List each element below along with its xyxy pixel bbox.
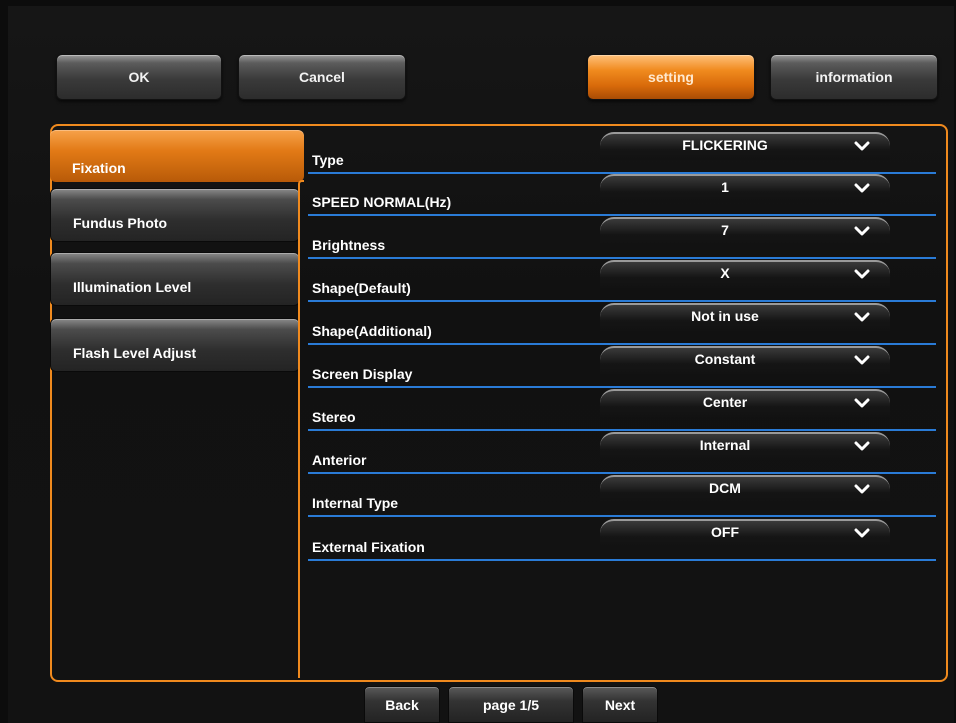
screen-display-dropdown[interactable]: Constant	[600, 346, 890, 374]
setting-label: Brightness	[312, 237, 386, 253]
chevron-down-icon	[854, 183, 870, 193]
sidebar-item-label: Fixation	[72, 160, 126, 176]
sidebar-item-fixation[interactable]: Fixation	[50, 130, 304, 182]
dropdown-value: 1	[721, 179, 729, 195]
row-divider	[308, 300, 936, 302]
chevron-down-icon	[854, 484, 870, 494]
setting-row-type: Type FLICKERING	[306, 132, 936, 174]
row-divider	[308, 429, 936, 431]
sidebar-item-label: Flash Level Adjust	[73, 345, 197, 361]
dropdown-value: Internal	[699, 437, 751, 453]
cancel-button[interactable]: Cancel	[238, 54, 406, 100]
dropdown-value: DCM	[709, 480, 741, 496]
setting-label: Internal Type	[312, 495, 399, 511]
setting-row-screen-display: Screen Display Constant	[306, 346, 936, 388]
dropdown-value: OFF	[711, 524, 739, 540]
setting-label: Shape(Default)	[312, 280, 411, 296]
setting-row-brightness: Brightness 7	[306, 217, 936, 259]
dropdown-value: Not in use	[691, 308, 759, 324]
row-divider	[308, 515, 936, 517]
row-divider	[308, 257, 936, 259]
setting-row-anterior: Anterior Internal	[306, 432, 936, 474]
chevron-down-icon	[854, 441, 870, 451]
setting-row-shape-default: Shape(Default) X	[306, 260, 936, 302]
sidebar-item-label: Illumination Level	[73, 279, 192, 295]
page-indicator: page 1/5	[448, 686, 574, 723]
type-dropdown[interactable]: FLICKERING	[600, 132, 890, 160]
setting-label: Shape(Additional)	[312, 323, 432, 339]
setting-row-speed: SPEED NORMAL(Hz) 1	[306, 174, 936, 216]
row-divider	[308, 472, 936, 474]
anterior-dropdown[interactable]: Internal	[600, 432, 890, 460]
sidebar-item-flash-level-adjust[interactable]: Flash Level Adjust	[50, 318, 300, 372]
speed-dropdown[interactable]: 1	[600, 174, 890, 202]
shape-additional-dropdown[interactable]: Not in use	[600, 303, 890, 331]
chevron-down-icon	[854, 312, 870, 322]
dropdown-value: Constant	[694, 351, 756, 367]
sidebar-item-illumination-level[interactable]: Illumination Level	[50, 252, 300, 306]
row-divider	[308, 343, 936, 345]
external-fixation-dropdown[interactable]: OFF	[600, 519, 890, 547]
dropdown-value: X	[720, 265, 730, 281]
setting-row-external-fixation: External Fixation OFF	[306, 519, 936, 561]
setting-label: External Fixation	[312, 539, 425, 555]
setting-label: Stereo	[312, 409, 356, 425]
setting-row-internal-type: Internal Type DCM	[306, 475, 936, 517]
chevron-down-icon	[854, 269, 870, 279]
setting-row-stereo: Stereo Center	[306, 389, 936, 431]
information-button[interactable]: information	[770, 54, 938, 100]
setting-row-shape-additional: Shape(Additional) Not in use	[306, 303, 936, 345]
row-divider	[308, 559, 936, 561]
dropdown-value: FLICKERING	[682, 137, 768, 153]
chevron-down-icon	[854, 226, 870, 236]
shape-default-dropdown[interactable]: X	[600, 260, 890, 288]
setting-label: Screen Display	[312, 366, 413, 382]
ok-button[interactable]: OK	[56, 54, 222, 100]
chevron-down-icon	[854, 528, 870, 538]
sidebar-item-fundus-photo[interactable]: Fundus Photo	[50, 188, 300, 242]
next-button[interactable]: Next	[582, 686, 658, 723]
dropdown-value: 7	[721, 222, 729, 238]
internal-type-dropdown[interactable]: DCM	[600, 475, 890, 503]
back-button[interactable]: Back	[364, 686, 440, 723]
sidebar-divider	[298, 180, 304, 678]
setting-button[interactable]: setting	[587, 54, 755, 100]
setting-label: Type	[312, 152, 344, 168]
chevron-down-icon	[854, 355, 870, 365]
chevron-down-icon	[854, 141, 870, 151]
chevron-down-icon	[854, 398, 870, 408]
setting-label: SPEED NORMAL(Hz)	[312, 194, 452, 210]
brightness-dropdown[interactable]: 7	[600, 217, 890, 245]
row-divider	[308, 214, 936, 216]
sidebar-item-label: Fundus Photo	[73, 215, 168, 231]
stereo-dropdown[interactable]: Center	[600, 389, 890, 417]
setting-label: Anterior	[312, 452, 367, 468]
dropdown-value: Center	[702, 394, 748, 410]
row-divider	[308, 386, 936, 388]
